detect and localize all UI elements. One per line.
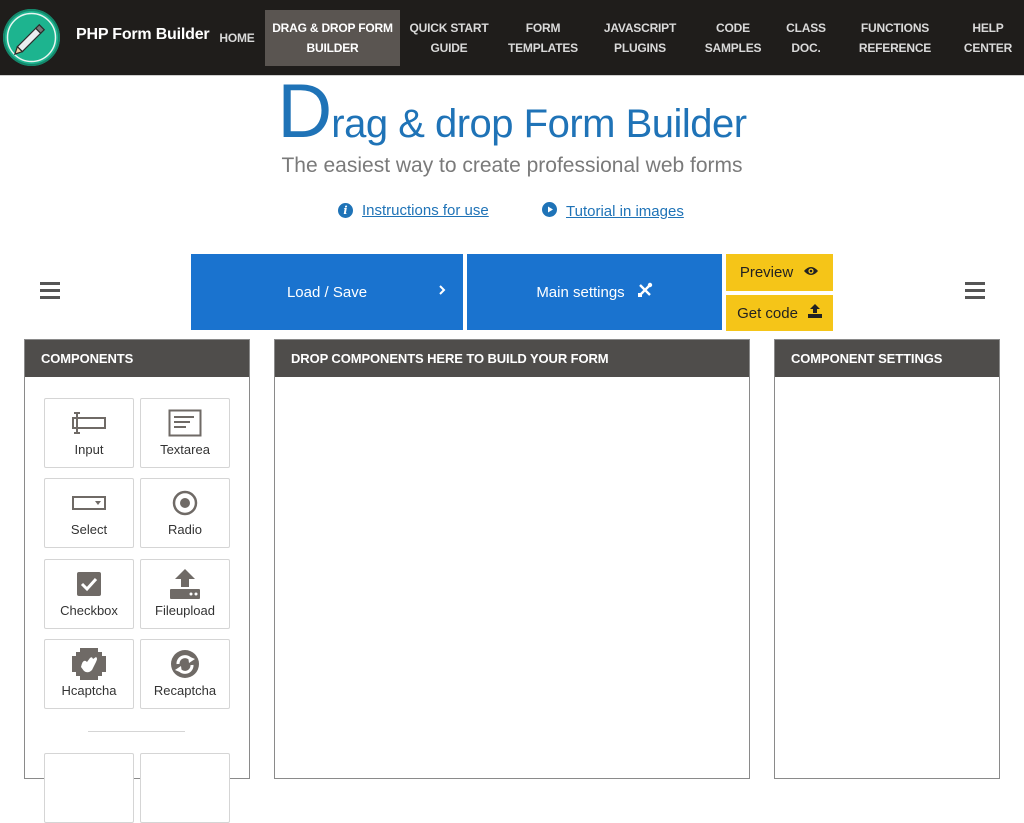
top-navbar: PHP Form Builder HOME DRAG & DROP FORM BU… bbox=[0, 0, 1024, 76]
nav-help-center[interactable]: HELP CENTER bbox=[956, 10, 1020, 66]
nav-label-line2: CENTER bbox=[963, 41, 1013, 55]
component-settings-panel: COMPONENT SETTINGS bbox=[774, 339, 1000, 779]
nav-label-line1: QUICK START bbox=[409, 21, 489, 35]
components-divider bbox=[88, 731, 185, 732]
component-label: Textarea bbox=[160, 442, 210, 457]
main-settings-label: Main settings bbox=[536, 283, 625, 301]
nav-drag-drop-form-builder[interactable]: DRAG & DROP FORM BUILDER bbox=[265, 10, 400, 66]
page-title-initial: D bbox=[277, 69, 332, 154]
nav-quick-start-guide[interactable]: QUICK START GUIDE bbox=[404, 10, 494, 66]
nav-class-doc[interactable]: CLASS DOC. bbox=[780, 10, 832, 66]
main-settings-button[interactable]: Main settings bbox=[467, 254, 722, 330]
tutorial-link[interactable]: Tutorial in images bbox=[542, 202, 684, 221]
component-input[interactable]: Input bbox=[44, 398, 134, 468]
component-radio[interactable]: Radio bbox=[140, 478, 230, 548]
tools-icon bbox=[637, 282, 653, 302]
nav-label-line2: DOC. bbox=[791, 41, 821, 55]
nav-javascript-plugins[interactable]: JAVASCRIPT PLUGINS bbox=[596, 10, 684, 66]
component-checkbox[interactable]: Checkbox bbox=[44, 559, 134, 629]
nav-label-line1: DRAG & DROP FORM bbox=[272, 21, 393, 35]
textarea-icon bbox=[141, 407, 229, 439]
nav-label-line2: SAMPLES bbox=[704, 41, 762, 55]
form-dropzone-header: DROP COMPONENTS HERE TO BUILD YOUR FORM bbox=[275, 340, 749, 377]
form-dropzone-panel[interactable]: DROP COMPONENTS HERE TO BUILD YOUR FORM bbox=[274, 339, 750, 779]
component-label: Checkbox bbox=[60, 603, 118, 618]
radio-icon bbox=[141, 487, 229, 519]
instructions-link[interactable]: i Instructions for use bbox=[338, 202, 489, 219]
upload-icon bbox=[141, 568, 229, 600]
component-textarea[interactable]: Textarea bbox=[140, 398, 230, 468]
nav-label-line1: CLASS bbox=[786, 21, 826, 35]
component-label: Select bbox=[70, 522, 108, 537]
nav-label-line2: TEMPLATES bbox=[508, 41, 578, 55]
component-recaptcha[interactable]: Recaptcha bbox=[140, 639, 230, 709]
nav-label-line2: PLUGINS bbox=[614, 41, 666, 55]
nav-label-line1: FORM bbox=[525, 21, 561, 35]
nav-label-line2: REFERENCE bbox=[858, 41, 932, 55]
component-label: Radio bbox=[168, 522, 202, 537]
nav-label-line1: JAVASCRIPT bbox=[603, 21, 677, 35]
component-fileupload[interactable]: Fileupload bbox=[140, 559, 230, 629]
page-subtitle: The easiest way to create professional w… bbox=[281, 154, 743, 177]
play-circle-icon bbox=[542, 202, 557, 221]
nav-label-line2: GUIDE bbox=[430, 41, 468, 55]
input-icon bbox=[45, 407, 133, 439]
component-more-2[interactable] bbox=[140, 753, 230, 823]
nav-home-label: HOME bbox=[219, 31, 255, 45]
upload-icon bbox=[807, 304, 822, 322]
left-menu-icon[interactable] bbox=[40, 282, 60, 299]
eye-icon bbox=[803, 264, 819, 281]
nav-code-samples[interactable]: CODE SAMPLES bbox=[697, 10, 769, 66]
page-title-rest: rag & drop Form Builder bbox=[331, 102, 747, 146]
nav-home[interactable]: HOME bbox=[213, 10, 261, 66]
nav-label-line1: FUNCTIONS bbox=[860, 21, 930, 35]
nav-label-line2: BUILDER bbox=[306, 41, 359, 55]
nav-form-templates[interactable]: FORM TEMPLATES bbox=[500, 10, 586, 66]
component-more-1[interactable] bbox=[44, 753, 134, 823]
get-code-button[interactable]: Get code bbox=[726, 295, 833, 331]
get-code-label: Get code bbox=[737, 304, 798, 322]
components-panel-header: COMPONENTS bbox=[25, 340, 249, 377]
chevron-right-icon bbox=[437, 283, 447, 301]
component-label: Hcaptcha bbox=[61, 683, 117, 698]
nav-label-line1: HELP bbox=[972, 21, 1004, 35]
select-icon bbox=[45, 487, 133, 519]
pencil-logo-icon[interactable] bbox=[3, 9, 60, 66]
info-icon: i bbox=[338, 203, 353, 218]
component-label: Input bbox=[74, 442, 104, 457]
right-menu-icon[interactable] bbox=[965, 282, 985, 299]
instructions-link-label: Instructions for use bbox=[362, 202, 489, 219]
preview-label: Preview bbox=[739, 264, 794, 281]
load-save-label: Load / Save bbox=[286, 283, 368, 301]
component-hcaptcha[interactable]: Hcaptcha bbox=[44, 639, 134, 709]
nav-functions-reference[interactable]: FUNCTIONS REFERENCE bbox=[852, 10, 938, 66]
component-select[interactable]: Select bbox=[44, 478, 134, 548]
hcaptcha-icon bbox=[45, 648, 133, 680]
component-label: Fileupload bbox=[155, 603, 215, 618]
page-title: Drag & drop Form Builder bbox=[0, 74, 1024, 150]
nav-label-line1: CODE bbox=[716, 21, 750, 35]
component-settings-header: COMPONENT SETTINGS bbox=[775, 340, 999, 377]
checkbox-icon bbox=[45, 568, 133, 600]
load-save-button[interactable]: Load / Save bbox=[191, 254, 463, 330]
component-label: Recaptcha bbox=[153, 683, 217, 698]
brand-name[interactable]: PHP Form Builder bbox=[76, 26, 210, 44]
tutorial-link-label: Tutorial in images bbox=[566, 203, 684, 220]
preview-button[interactable]: Preview bbox=[726, 254, 833, 291]
recaptcha-icon bbox=[141, 648, 229, 680]
